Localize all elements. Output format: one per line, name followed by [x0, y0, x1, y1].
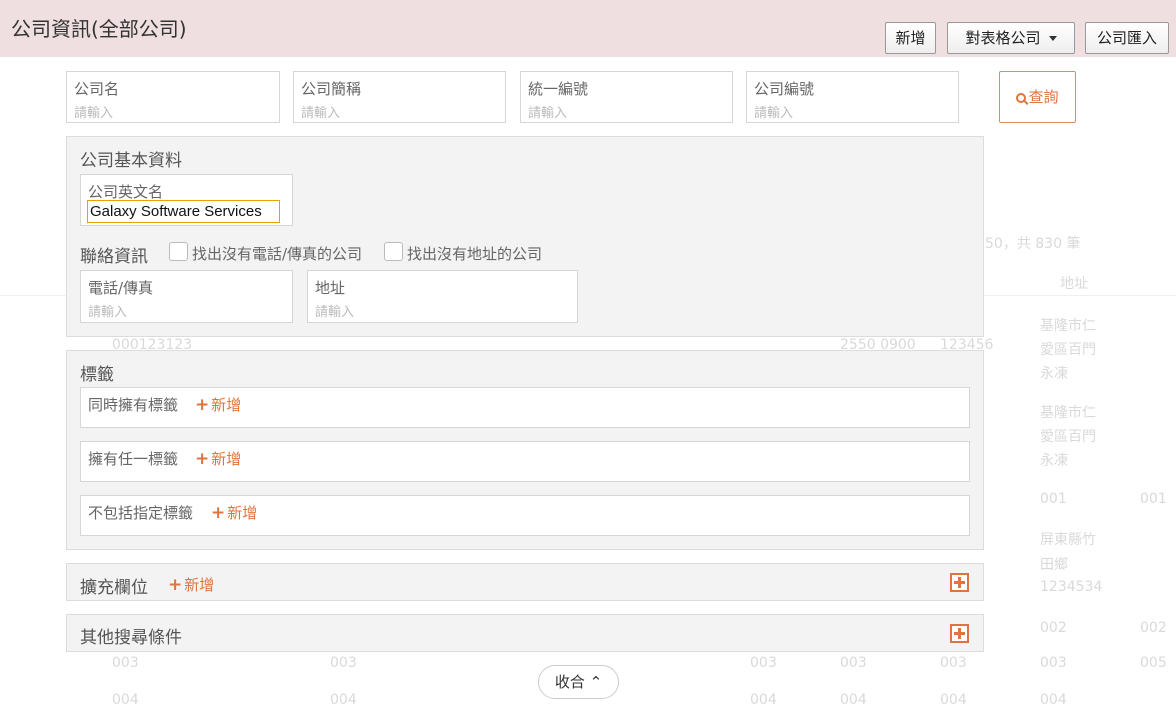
phone-fax-field[interactable]: 電話/傳真 請輸入	[80, 270, 293, 323]
company-number-placeholder: 請輸入	[754, 106, 794, 121]
bg-cell: 004	[112, 692, 139, 704]
tags-title: 標籤	[80, 365, 114, 385]
phone-fax-placeholder: 請輸入	[88, 305, 128, 320]
english-name-input[interactable]: Galaxy Software Services	[87, 200, 280, 223]
bg-cell: 屏東縣竹	[1040, 532, 1096, 548]
bg-cell: 永凍	[1040, 366, 1068, 382]
tag-group-exclude: 不包括指定標籤 + 新增	[80, 495, 970, 536]
collapse-label: 收合	[554, 673, 585, 691]
bg-cell: 004	[330, 692, 357, 704]
bg-cell: 基隆市仁	[1040, 318, 1096, 334]
phone-fax-label: 電話/傳真	[88, 279, 154, 297]
company-short-name-field[interactable]: 公司簡稱 請輸入	[293, 71, 506, 123]
extended-fields-title: 擴充欄位	[80, 578, 148, 598]
no-phone-label: 找出沒有電話/傳真的公司	[192, 245, 363, 263]
other-conditions-title: 其他搜尋條件	[80, 628, 182, 648]
bg-cell: 1234534	[1040, 579, 1103, 595]
other-conditions-panel[interactable]	[66, 614, 984, 652]
bg-cell: 003	[1040, 655, 1067, 671]
table-company-dropdown[interactable]: 對表格公司	[947, 22, 1075, 54]
add-company-button[interactable]: 新增	[885, 22, 936, 54]
import-company-button[interactable]: 公司匯入	[1085, 22, 1169, 54]
no-phone-checkbox[interactable]	[169, 242, 188, 261]
caret-down-icon	[1048, 36, 1057, 41]
tag-any-add-label: 新增	[211, 450, 242, 468]
tag-all-add-label: 新增	[211, 396, 242, 414]
tag-exclude-add-label: 新增	[227, 504, 258, 522]
collapse-button[interactable]: 收合 ⌃	[538, 665, 619, 699]
address-label: 地址	[315, 279, 346, 297]
search-icon	[1016, 93, 1027, 103]
company-name-label: 公司名	[74, 80, 120, 98]
address-placeholder: 請輸入	[315, 305, 355, 320]
bg-cell: 001	[1040, 491, 1067, 507]
expand-plus-icon[interactable]	[950, 573, 969, 592]
bg-cell: 004	[840, 692, 867, 704]
english-name-label: 公司英文名	[88, 183, 164, 201]
bg-cell: 田鄉	[1040, 557, 1068, 573]
plus-icon: +	[195, 449, 210, 469]
tax-id-label: 統一編號	[528, 80, 589, 98]
no-address-checkbox[interactable]	[384, 242, 403, 261]
query-button-label: 查詢	[1028, 88, 1059, 106]
expand-plus-icon[interactable]	[950, 624, 969, 643]
tag-exclude-add-button[interactable]: + 新增	[211, 502, 257, 523]
company-short-name-placeholder: 請輸入	[301, 106, 341, 121]
tax-id-placeholder: 請輸入	[528, 106, 568, 121]
basic-info-title: 公司基本資料	[80, 151, 182, 171]
plus-icon: +	[195, 395, 210, 415]
plus-icon: +	[211, 503, 226, 523]
company-short-name-label: 公司簡稱	[301, 80, 362, 98]
bg-cell: 愛區百門	[1040, 429, 1096, 445]
bg-paging: 50，共 830 筆	[985, 236, 1081, 252]
page-header: 公司資訊(全部公司) 新增 對表格公司 公司匯入	[0, 0, 1176, 57]
plus-icon: +	[168, 575, 183, 595]
tag-any-add-button[interactable]: + 新增	[195, 448, 241, 469]
tag-all-add-button[interactable]: + 新增	[195, 394, 241, 415]
bg-cell: 003	[840, 655, 867, 671]
extended-add-label: 新增	[184, 576, 215, 594]
tag-group-any-label: 擁有任一標籤	[88, 450, 179, 468]
company-number-field[interactable]: 公司編號 請輸入	[746, 71, 959, 123]
bg-cell: 005	[1140, 655, 1167, 671]
tag-group-all: 同時擁有標籤 + 新增	[80, 387, 970, 428]
page-title: 公司資訊(全部公司)	[11, 17, 187, 41]
bg-cell: 002	[1140, 620, 1167, 636]
company-number-label: 公司編號	[754, 80, 815, 98]
tag-group-exclude-label: 不包括指定標籤	[88, 504, 194, 522]
tax-id-field[interactable]: 統一編號 請輸入	[520, 71, 733, 123]
table-company-label: 對表格公司	[965, 29, 1041, 47]
bg-col-address: 地址	[1060, 276, 1088, 292]
query-button[interactable]: 查詢	[999, 71, 1076, 123]
bg-cell: 004	[1040, 692, 1067, 704]
company-name-placeholder: 請輸入	[74, 106, 114, 121]
bg-cell: 003	[940, 655, 967, 671]
tag-group-all-label: 同時擁有標籤	[88, 396, 179, 414]
bg-cell: 永凍	[1040, 453, 1068, 469]
no-address-label: 找出沒有地址的公司	[407, 245, 543, 263]
contact-info-title: 聯絡資訊	[80, 247, 148, 267]
bg-cell: 基隆市仁	[1040, 405, 1096, 421]
company-name-field[interactable]: 公司名 請輸入	[66, 71, 280, 123]
address-field[interactable]: 地址 請輸入	[307, 270, 578, 323]
bg-cell: 003	[330, 655, 357, 671]
bg-cell: 001	[1140, 491, 1167, 507]
bg-cell: 004	[940, 692, 967, 704]
bg-cell: 003	[750, 655, 777, 671]
bg-cell: 004	[750, 692, 777, 704]
bg-cell: 愛區百門	[1040, 342, 1096, 358]
bg-cell: 003	[112, 655, 139, 671]
extended-add-button[interactable]: + 新增	[168, 574, 214, 595]
bg-cell: 002	[1040, 620, 1067, 636]
double-chevron-up-icon: ⌃	[589, 673, 603, 691]
tag-group-any: 擁有任一標籤 + 新增	[80, 441, 970, 482]
